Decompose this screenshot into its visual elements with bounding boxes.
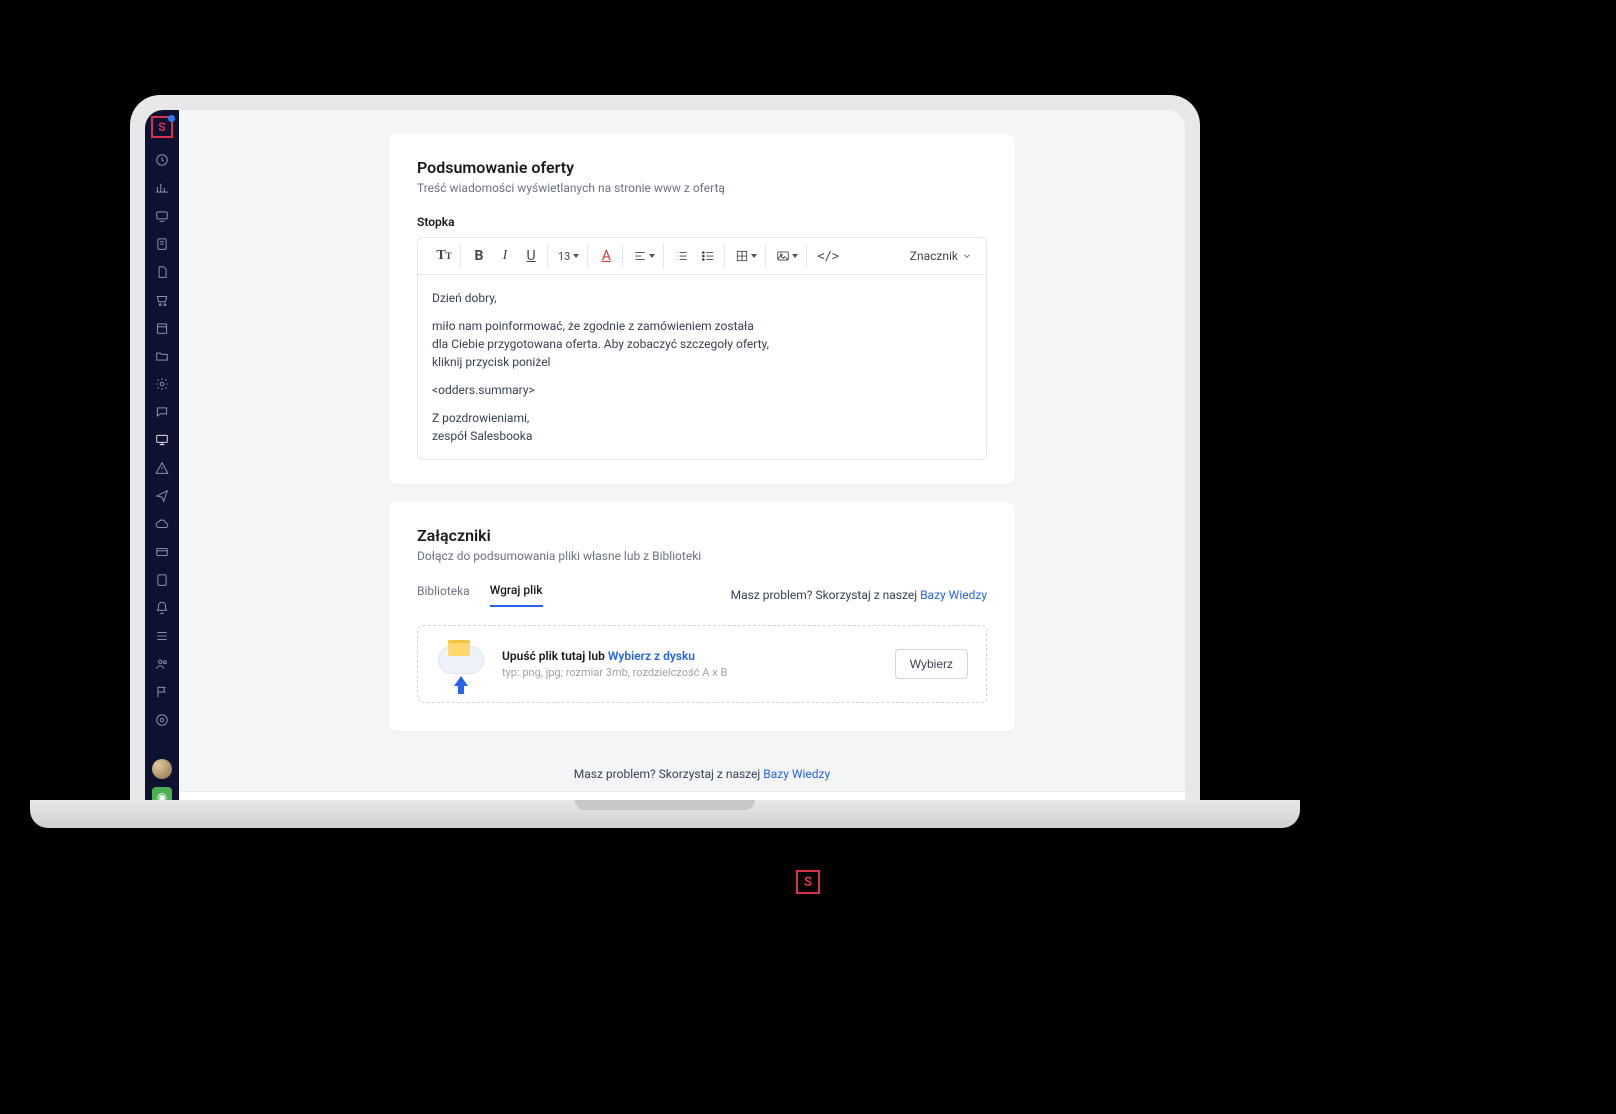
knowledge-base-link-bottom[interactable]: Bazy Wiedzy: [763, 767, 830, 781]
summary-card: Podsumowanie oferty Treść wiadomości wyś…: [389, 134, 1015, 484]
editor-line: Z pozdrowieniami,zespół Salesbooka: [432, 409, 972, 445]
editor-line: <odders.summary>: [432, 381, 972, 399]
folder-icon[interactable]: [154, 348, 170, 364]
select-from-disk-link[interactable]: Wybierz z dysku: [608, 649, 695, 663]
chat-icon[interactable]: [154, 404, 170, 420]
italic-button[interactable]: I: [497, 246, 513, 266]
editor-line: miło nam poinformować, że zgodnie z zamó…: [432, 317, 772, 371]
settings-icon[interactable]: [154, 712, 170, 728]
help-row: Masz problem? Skorzystaj z naszej Bazy W…: [389, 749, 1015, 791]
presentation-icon[interactable]: [154, 432, 170, 448]
rich-text-editor: TT B I U 13 A: [417, 237, 987, 460]
main-content: Podsumowanie oferty Treść wiadomości wyś…: [179, 110, 1185, 815]
knowledge-base-link[interactable]: Bazy Wiedzy: [920, 588, 987, 602]
calendar-icon[interactable]: [154, 320, 170, 336]
attachments-card: Załączniki Dołącz do podsumowania pliki …: [389, 502, 1015, 731]
code-button[interactable]: </>: [817, 246, 839, 266]
tab-upload[interactable]: Wgraj plik: [490, 583, 543, 607]
image-button[interactable]: [776, 246, 798, 266]
attachment-tabs: Biblioteka Wgraj plik Masz problem? Skor…: [417, 583, 987, 607]
attachments-title: Załączniki: [417, 526, 987, 545]
sidebar: S: [145, 110, 179, 815]
send-icon[interactable]: [154, 488, 170, 504]
footer-label: Stopka: [417, 215, 987, 229]
tab-library[interactable]: Biblioteka: [417, 584, 470, 606]
file-icon[interactable]: [154, 572, 170, 588]
bold-button[interactable]: B: [471, 246, 487, 266]
dropzone-sub: typ: png, jpg; rozmiar 3mb, rozdzielczoś…: [502, 666, 879, 679]
gear-icon[interactable]: [154, 376, 170, 392]
warning-icon[interactable]: [154, 460, 170, 476]
tv-icon[interactable]: [154, 208, 170, 224]
list-icon[interactable]: [154, 628, 170, 644]
dropzone-title: Upuść plik tutaj lub Wybierz z dysku: [502, 649, 879, 663]
tabs-help-text: Masz problem? Skorzystaj z naszej Bazy W…: [731, 588, 987, 602]
editor-toolbar: TT B I U 13 A: [418, 238, 986, 275]
document-icon[interactable]: [154, 236, 170, 252]
users-icon[interactable]: [154, 656, 170, 672]
text-color-button[interactable]: A: [598, 246, 614, 266]
align-button[interactable]: [633, 246, 655, 266]
underline-button[interactable]: U: [523, 246, 539, 266]
table-button[interactable]: [735, 246, 757, 266]
summary-subtitle: Treść wiadomości wyświetlanych na stroni…: [417, 181, 987, 195]
card-icon[interactable]: [154, 544, 170, 560]
file-dropzone[interactable]: Upuść plik tutaj lub Wybierz z dysku typ…: [417, 625, 987, 703]
marker-dropdown[interactable]: Znacznik: [910, 249, 976, 263]
editor-body[interactable]: Dzień dobry, miło nam poinformować, że z…: [418, 275, 986, 459]
clock-icon[interactable]: [154, 152, 170, 168]
select-file-button[interactable]: Wybierz: [895, 649, 968, 679]
page-icon[interactable]: [154, 264, 170, 280]
brand-logo[interactable]: S: [151, 116, 173, 138]
cloud-icon[interactable]: [154, 516, 170, 532]
flag-icon[interactable]: [154, 684, 170, 700]
font-size-select[interactable]: 13: [558, 250, 579, 263]
attachments-subtitle: Dołącz do podsumowania pliki własne lub …: [417, 549, 987, 563]
unordered-list-button[interactable]: [700, 246, 716, 266]
avatar[interactable]: [152, 759, 172, 779]
cart-icon[interactable]: [154, 292, 170, 308]
ordered-list-button[interactable]: [674, 246, 690, 266]
text-style-button[interactable]: TT: [436, 246, 452, 266]
summary-title: Podsumowanie oferty: [417, 158, 987, 177]
upload-cloud-icon: [436, 642, 486, 686]
bottom-brand-logo: S: [796, 870, 820, 894]
editor-line: Dzień dobry,: [432, 289, 972, 307]
chart-icon[interactable]: [154, 180, 170, 196]
bell-icon[interactable]: [154, 600, 170, 616]
